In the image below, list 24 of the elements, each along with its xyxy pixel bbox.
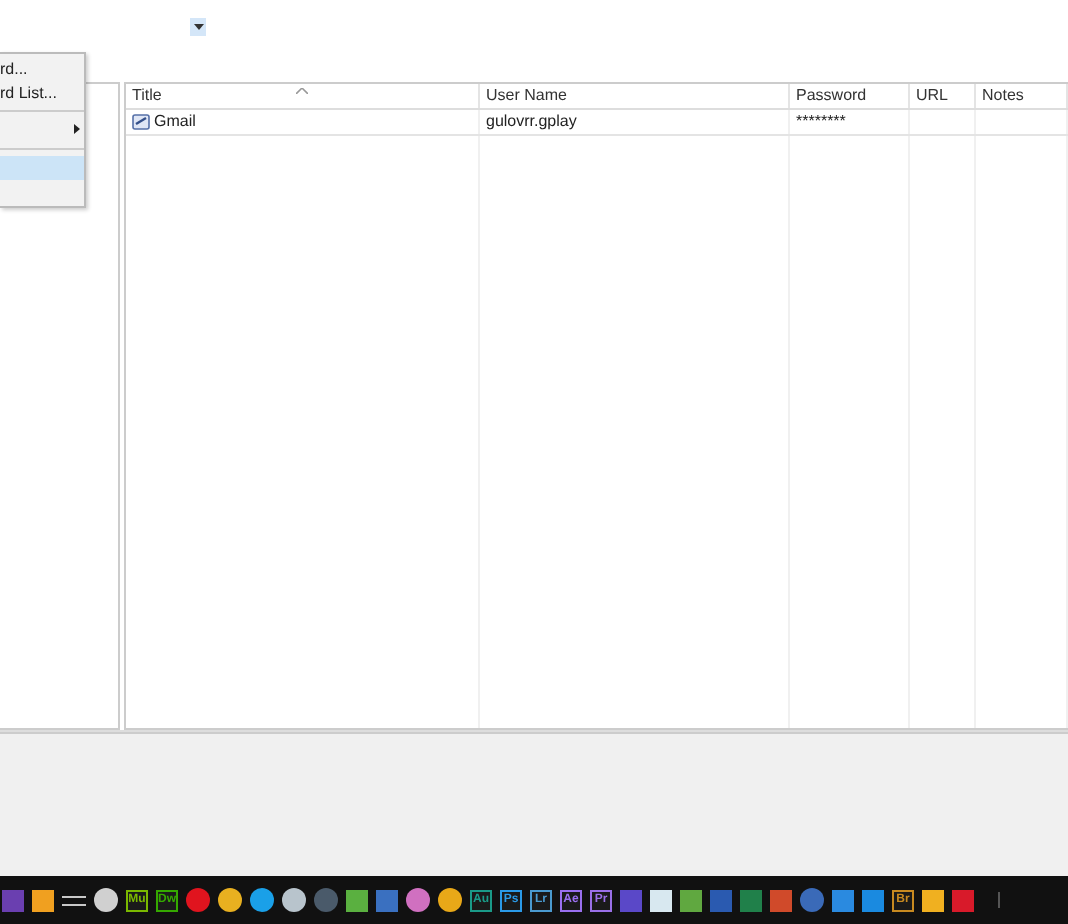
column-header[interactable]: Title	[126, 83, 480, 108]
app-icon[interactable]	[922, 889, 944, 912]
app-icon[interactable]	[406, 888, 430, 913]
key-entry-icon	[132, 112, 150, 131]
table-cell: ********	[796, 112, 846, 131]
app-icon[interactable]	[680, 889, 702, 912]
table-cell: Gmail	[154, 112, 196, 131]
submenu-arrow-icon	[74, 124, 80, 134]
column-header[interactable]: URL	[910, 83, 976, 108]
app-icon[interactable]	[438, 888, 462, 913]
app-icon[interactable]	[218, 888, 242, 913]
app-icon[interactable]	[282, 888, 306, 913]
table-cell: gulovrr.gplay	[486, 112, 577, 131]
column-header[interactable]: Notes	[976, 83, 1068, 108]
app-icon[interactable]	[94, 888, 118, 913]
dropdown-button[interactable]	[190, 17, 206, 36]
app-icon[interactable]	[32, 889, 54, 912]
caret-icon	[193, 23, 203, 30]
menu-item[interactable]: rd List...	[0, 80, 84, 104]
menu-item[interactable]: rd...	[0, 56, 84, 80]
app-icon[interactable]	[346, 889, 368, 912]
column-header[interactable]: User Name	[480, 83, 790, 108]
column-header[interactable]: Password	[790, 83, 910, 108]
app-icon[interactable]	[250, 888, 274, 913]
